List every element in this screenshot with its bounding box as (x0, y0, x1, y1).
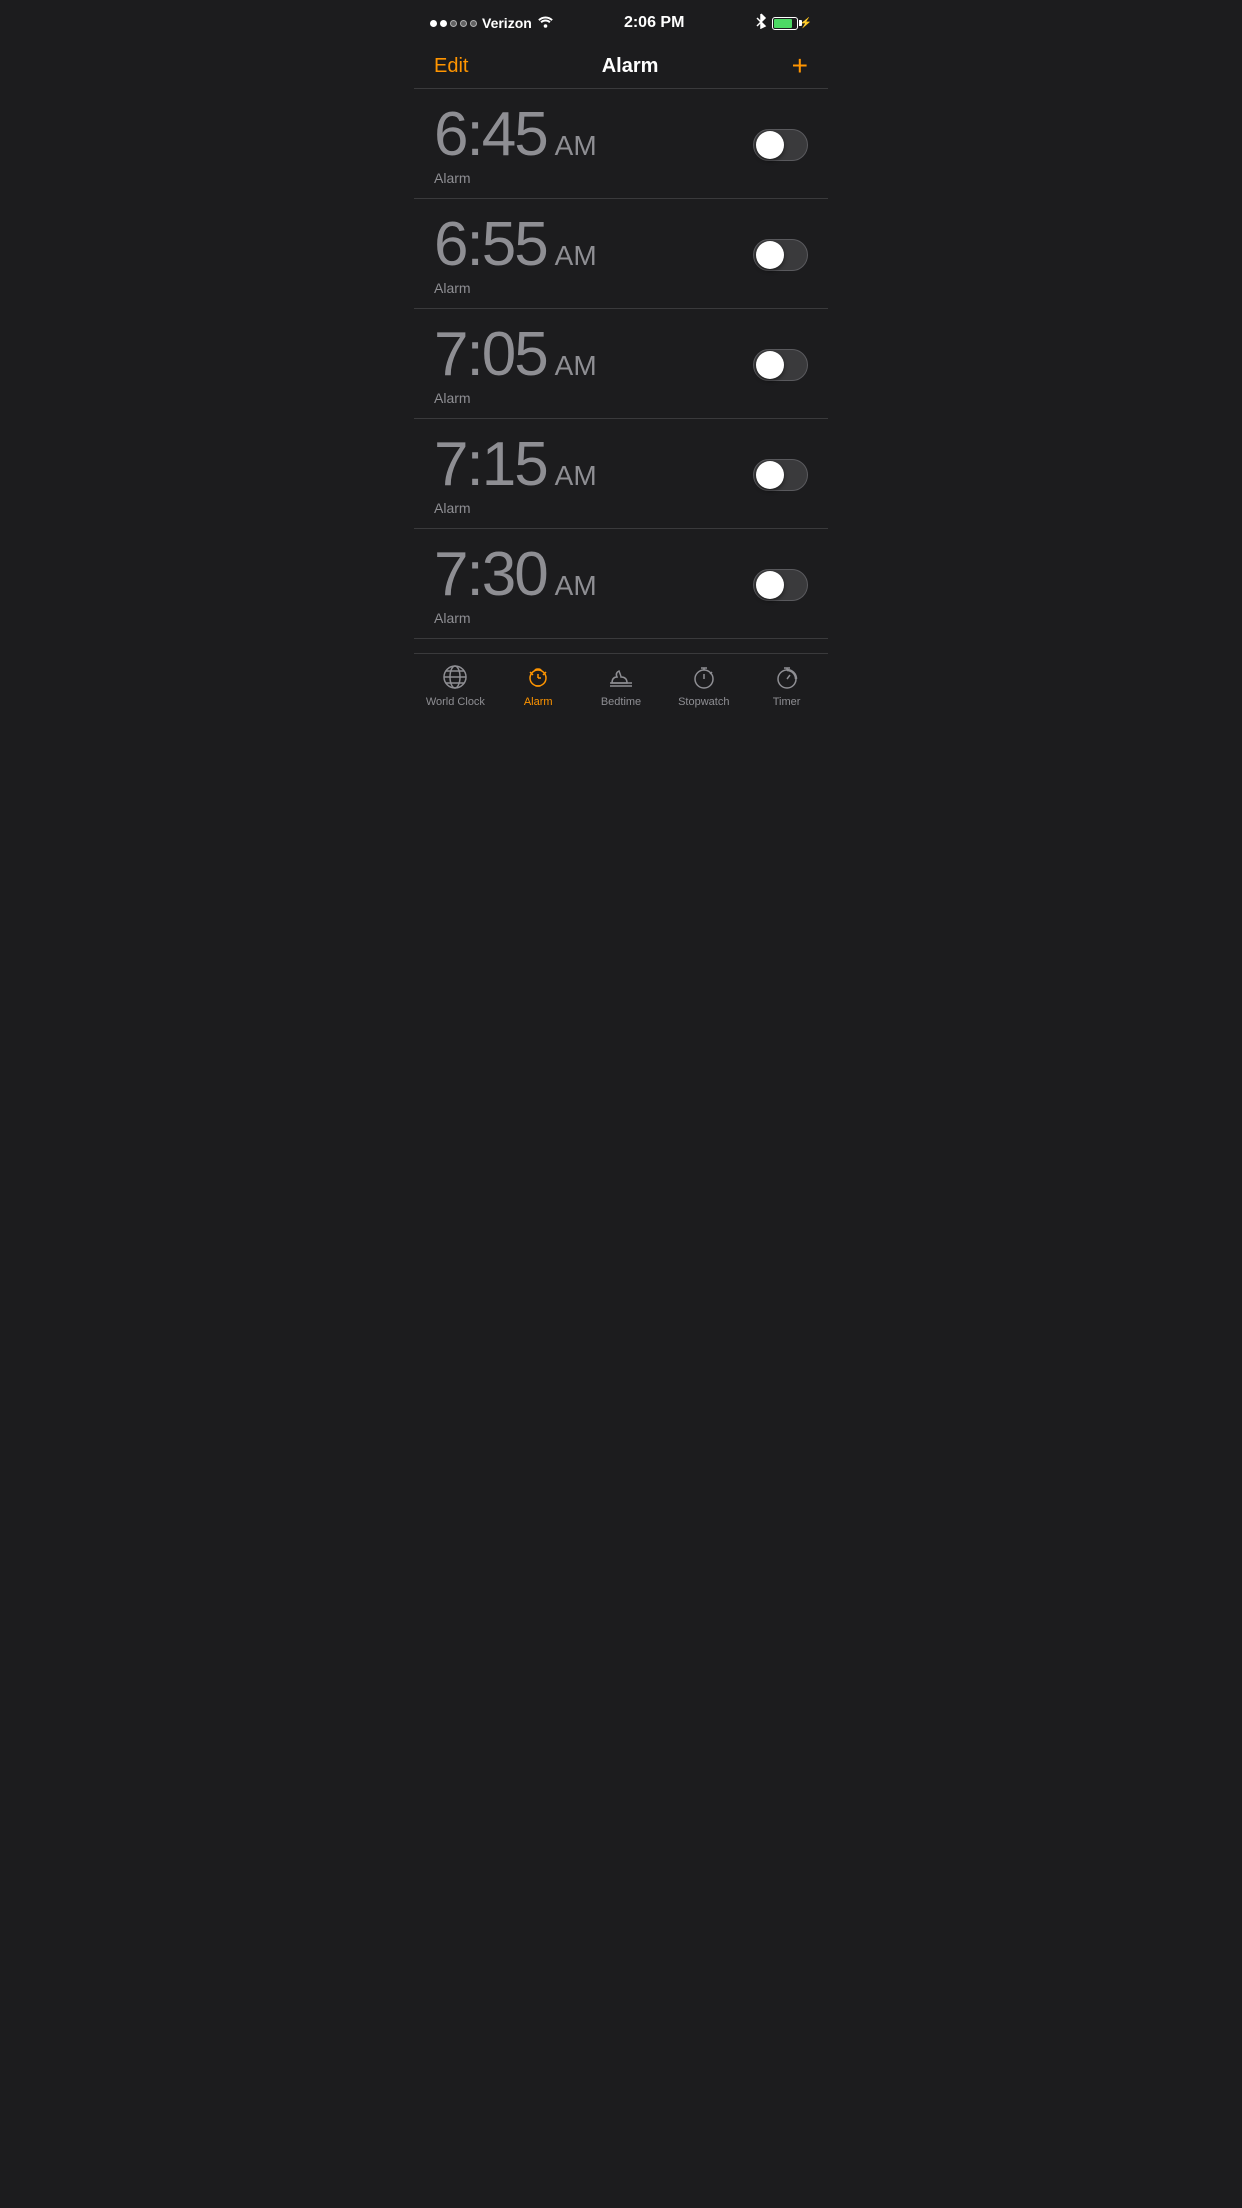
tab-world-clock-label: World Clock (426, 696, 485, 708)
signal-dot-4 (460, 20, 467, 27)
timer-icon (772, 662, 802, 692)
alarm-toggle-715[interactable] (753, 459, 808, 491)
wifi-icon (537, 15, 554, 31)
tab-alarm-label: Alarm (524, 696, 553, 708)
alarm-time: 7:05 (434, 324, 547, 386)
alarm-ampm: AM (555, 460, 597, 492)
stopwatch-icon (689, 662, 719, 692)
status-time: 2:06 PM (624, 14, 684, 32)
signal-dot-5 (470, 20, 477, 27)
status-right: ⚡ (755, 13, 812, 34)
alarm-ampm: AM (555, 570, 597, 602)
alarm-time: 7:15 (434, 434, 547, 496)
bluetooth-icon (755, 13, 767, 34)
alarm-ampm: AM (555, 350, 597, 382)
tab-stopwatch-label: Stopwatch (678, 696, 729, 708)
alarm-item-655[interactable]: 6:55 AM Alarm (414, 199, 828, 309)
edit-button[interactable]: Edit (434, 55, 468, 78)
alarm-time: 6:45 (434, 104, 547, 166)
alarm-label: Alarm (434, 390, 753, 406)
alarm-time-block: 6:45 AM Alarm (434, 104, 753, 186)
signal-dot-3 (450, 20, 457, 27)
alarm-ampm: AM (555, 130, 597, 162)
alarm-item-800[interactable]: 8:00 AM Alarm (414, 639, 828, 648)
carrier-label: Verizon (482, 15, 532, 31)
page-title: Alarm (602, 55, 659, 78)
alarm-label: Alarm (434, 610, 753, 626)
signal-dot-2 (440, 20, 447, 27)
nav-bar: Edit Alarm + (414, 44, 828, 89)
alarm-time: 6:55 (434, 214, 547, 276)
status-left: Verizon (430, 15, 554, 31)
alarm-time-block: 7:30 AM Alarm (434, 544, 753, 626)
alarm-toggle-705[interactable] (753, 349, 808, 381)
alarm-time-block: 6:55 AM Alarm (434, 214, 753, 296)
tab-bedtime-label: Bedtime (601, 696, 641, 708)
status-bar: Verizon 2:06 PM ⚡ (414, 0, 828, 44)
tab-bedtime[interactable]: Bedtime (580, 662, 663, 708)
tab-timer[interactable]: Timer (745, 662, 828, 708)
add-alarm-button[interactable]: + (792, 52, 808, 80)
alarm-time-block: 7:05 AM Alarm (434, 324, 753, 406)
signal-dots (430, 20, 477, 27)
tab-timer-label: Timer (773, 696, 801, 708)
alarm-toggle-730[interactable] (753, 569, 808, 601)
alarm-label: Alarm (434, 500, 753, 516)
alarm-item-715[interactable]: 7:15 AM Alarm (414, 419, 828, 529)
alarm-time-block: 7:15 AM Alarm (434, 434, 753, 516)
alarm-list: 6:45 AM Alarm 6:55 AM Alarm 7:05 AM Ala (414, 89, 828, 648)
alarm-icon (523, 662, 553, 692)
bedtime-icon (606, 662, 636, 692)
signal-dot-1 (430, 20, 437, 27)
world-clock-icon (440, 662, 470, 692)
alarm-label: Alarm (434, 170, 753, 186)
tab-alarm[interactable]: Alarm (497, 662, 580, 708)
tab-bar: World Clock Alarm (414, 653, 828, 736)
alarm-time: 7:30 (434, 544, 547, 606)
tab-world-clock[interactable]: World Clock (414, 662, 497, 708)
alarm-toggle-655[interactable] (753, 239, 808, 271)
alarm-label: Alarm (434, 280, 753, 296)
alarm-ampm: AM (555, 240, 597, 272)
alarm-item-705[interactable]: 7:05 AM Alarm (414, 309, 828, 419)
tab-stopwatch[interactable]: Stopwatch (662, 662, 745, 708)
battery: ⚡ (772, 17, 812, 30)
alarm-item-730[interactable]: 7:30 AM Alarm (414, 529, 828, 639)
alarm-item-645[interactable]: 6:45 AM Alarm (414, 89, 828, 199)
alarm-toggle-645[interactable] (753, 129, 808, 161)
